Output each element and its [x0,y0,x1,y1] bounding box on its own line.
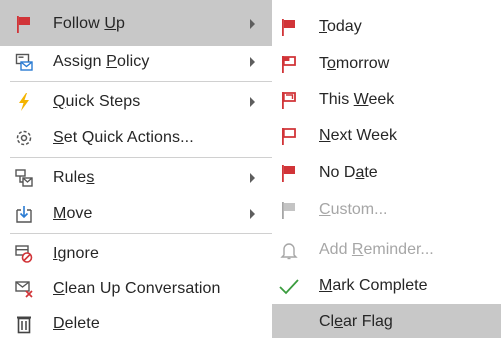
menu-separator [10,81,272,82]
submenu-arrow-icon [250,57,255,67]
ignore-icon [13,243,35,265]
assign-policy-icon [13,51,35,73]
submenu-item-label: This Week [319,91,395,108]
menu-separator [10,233,272,234]
checkmark-icon [278,275,300,297]
submenu-item-label: Tomorrow [319,55,390,72]
follow-up-submenu: Today Tomorrow This Week Next Week No Da… [272,0,501,338]
menu-item-assign-policy[interactable]: Assign Policy [0,44,272,80]
gear-icon [13,127,35,149]
submenu-item-label: Add Reminder... [319,241,434,258]
menu-item-delete[interactable]: Delete [0,306,272,342]
menu-item-label: Rules [53,169,95,186]
menu-item-label: Clean Up Conversation [53,280,221,297]
clean-up-icon [13,278,35,300]
red-flag-icon [278,125,300,147]
menu-item-label: Move [53,205,93,222]
submenu-item-this-week[interactable]: This Week [272,82,501,119]
menu-item-label: Follow Up [53,15,126,32]
submenu-item-label: Today [319,18,362,35]
submenu-item-label: Custom... [319,201,388,218]
submenu-item-mark-complete[interactable]: Mark Complete [272,268,501,305]
menu-item-label: Assign Policy [53,53,150,70]
menu-item-set-quick-actions[interactable]: Set Quick Actions... [0,120,272,156]
move-icon [13,203,35,225]
menu-item-move[interactable]: Move [0,196,272,232]
submenu-arrow-icon [250,209,255,219]
menu-item-label: Quick Steps [53,93,141,110]
submenu-item-next-week[interactable]: Next Week [272,118,501,155]
menu-item-label: Delete [53,315,100,332]
menu-item-label: Ignore [53,245,99,262]
bell-icon [278,239,300,261]
submenu-item-today[interactable]: Today [272,9,501,46]
menu-item-rules[interactable]: Rules [0,160,272,196]
menu-item-quick-steps[interactable]: Quick Steps [0,84,272,120]
context-menu: Follow Up Assign Policy Quick Steps Set … [0,0,272,338]
trash-icon [13,313,35,335]
lightning-icon [13,91,35,113]
submenu-arrow-icon [250,97,255,107]
red-flag-icon [278,89,300,111]
menu-item-label: Set Quick Actions... [53,129,194,146]
submenu-item-no-date[interactable]: No Date [272,155,501,192]
red-flag-icon [278,16,300,38]
submenu-arrow-icon [250,19,255,29]
red-flag-icon [13,13,35,35]
menu-item-follow-up[interactable]: Follow Up [0,6,272,42]
submenu-item-label: Mark Complete [319,277,428,294]
menu-item-clean-up-conversation[interactable]: Clean Up Conversation [0,271,272,307]
menu-item-ignore[interactable]: Ignore [0,236,272,272]
submenu-item-custom[interactable]: Custom... [272,192,501,229]
red-flag-icon [278,53,300,75]
submenu-arrow-icon [250,173,255,183]
red-flag-icon [278,162,300,184]
rules-icon [13,167,35,189]
submenu-item-clear-flag[interactable]: Clear Flag [272,304,501,338]
menu-separator [10,157,272,158]
submenu-item-add-reminder[interactable]: Add Reminder... [272,232,501,269]
submenu-item-label: No Date [319,164,378,181]
submenu-item-tomorrow[interactable]: Tomorrow [272,46,501,83]
submenu-item-label: Next Week [319,127,397,144]
submenu-item-label: Clear Flag [319,313,393,330]
gray-flag-icon [278,199,300,221]
